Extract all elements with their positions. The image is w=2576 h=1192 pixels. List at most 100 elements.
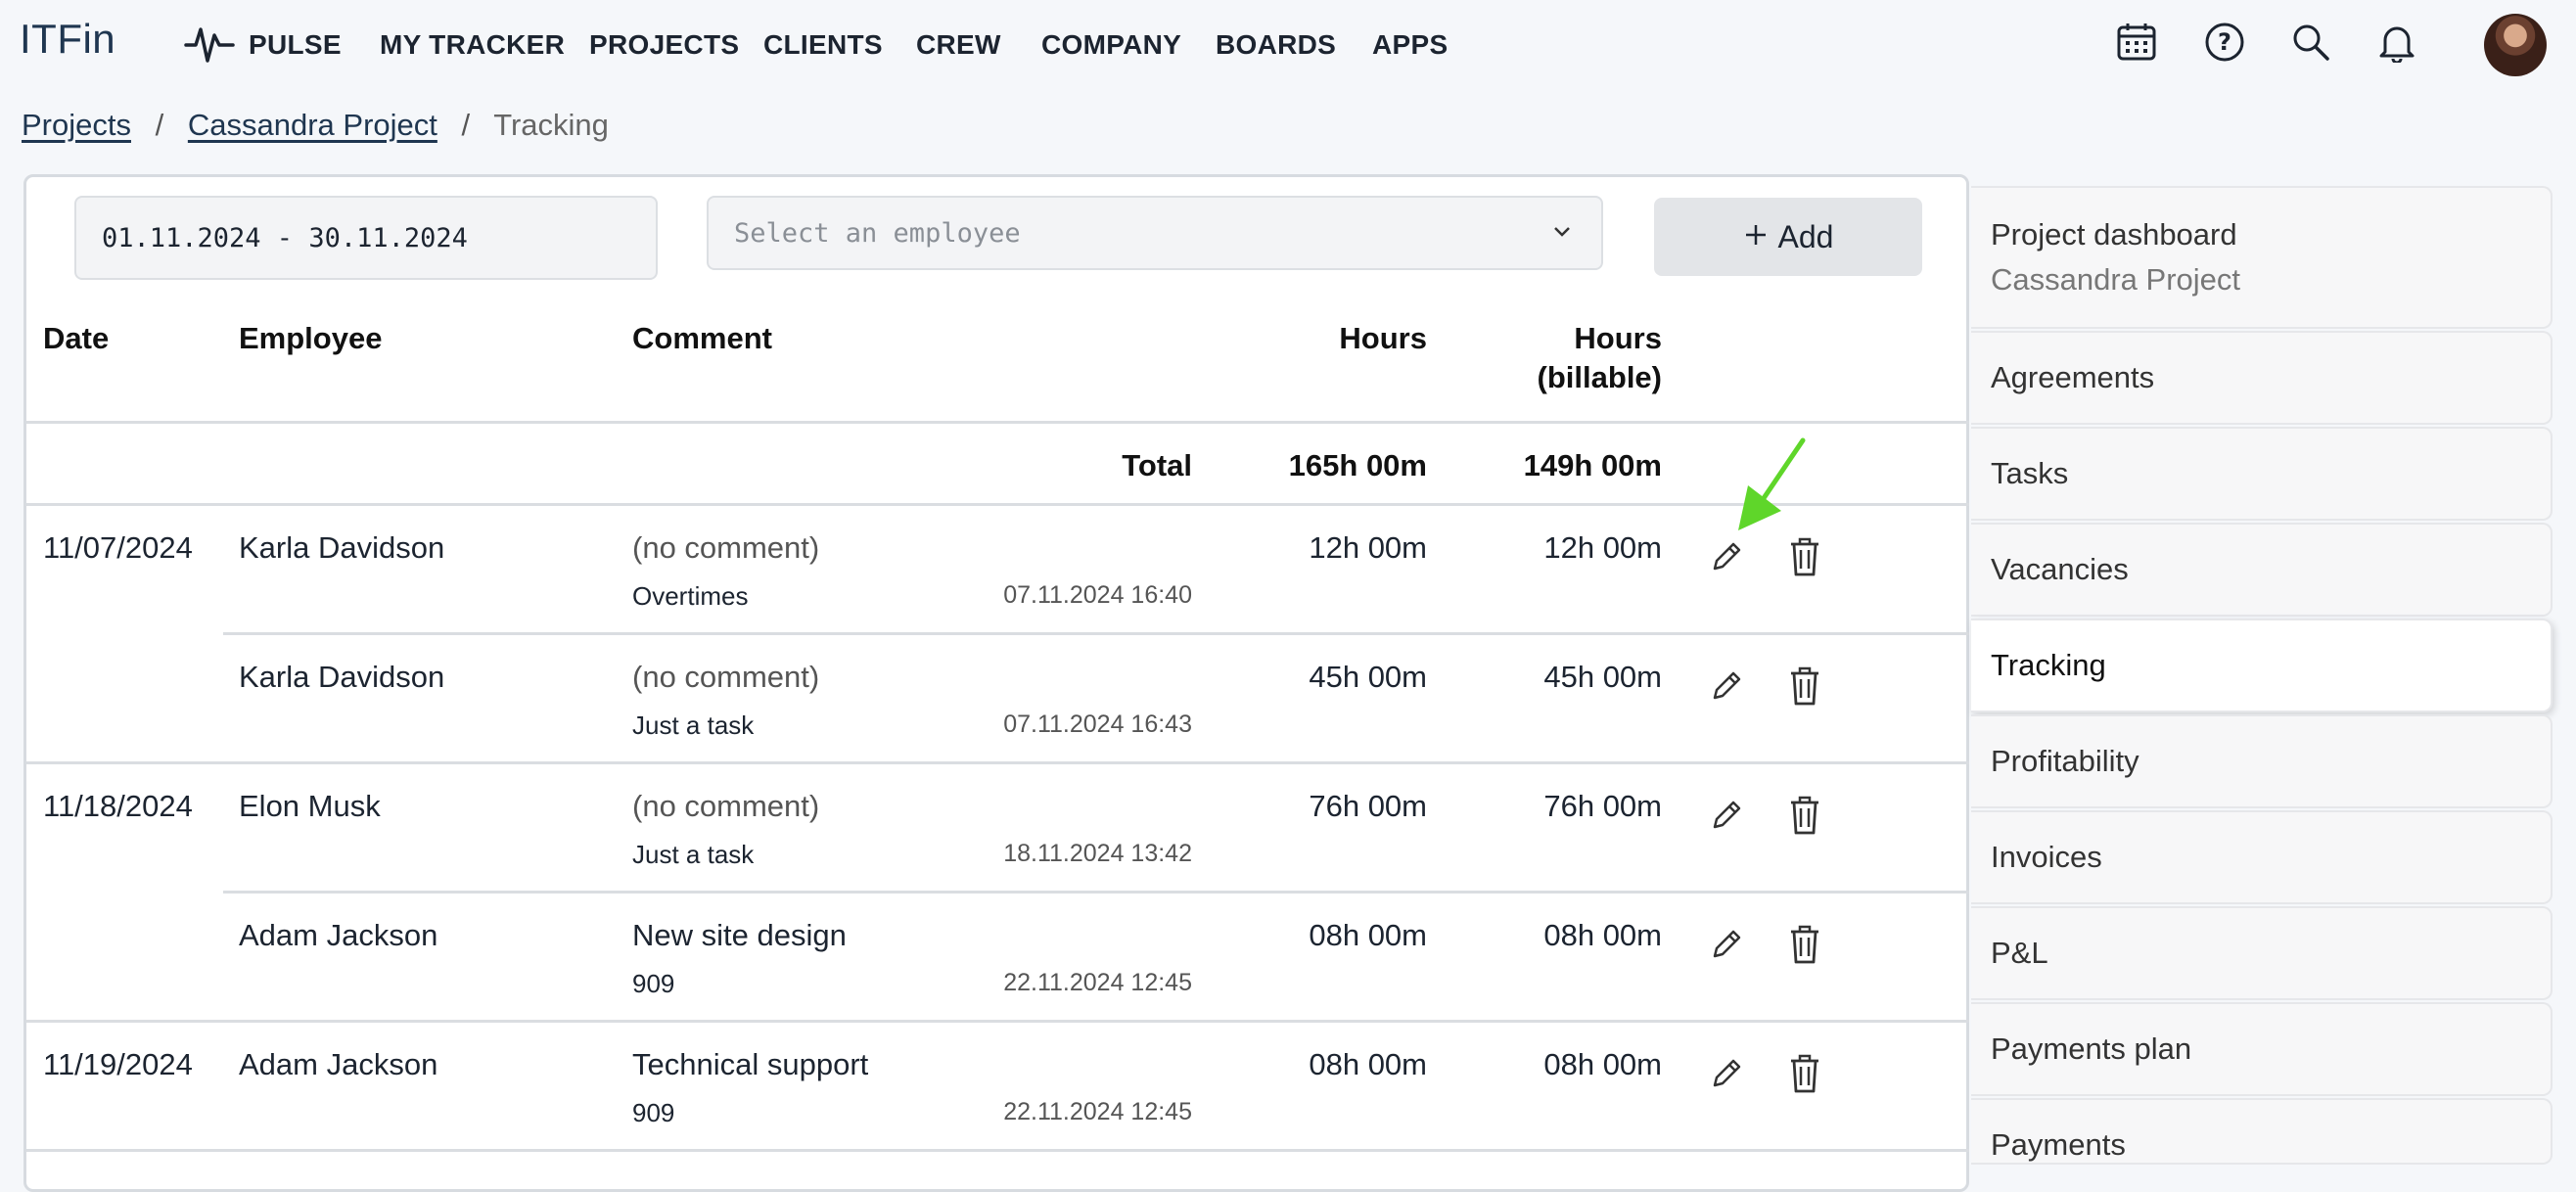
divider (223, 632, 1969, 635)
divider (26, 1149, 1969, 1152)
sidebar-item-label: Payments plan (1991, 1032, 2192, 1066)
row-timestamp: 18.11.2024 13:42 (1003, 840, 1192, 867)
sidebar-item-label: Tracking (1991, 648, 2106, 682)
employee-select[interactable]: Select an employee (707, 196, 1603, 270)
date-range-input[interactable]: 01.11.2024 - 30.11.2024 (74, 196, 658, 280)
breadcrumb-separator: / (155, 108, 164, 142)
help-icon[interactable]: ? (2200, 18, 2249, 67)
divider (26, 761, 1969, 764)
row-timestamp: 22.11.2024 12:45 (1003, 969, 1192, 996)
sidebar-item-vacancies[interactable]: Vacancies (1971, 523, 2553, 617)
row-hours-billable: 08h 00m (1543, 918, 1662, 952)
sidebar-item-label: Tasks (1991, 456, 2069, 490)
trash-icon[interactable] (1783, 793, 1826, 838)
breadcrumb-separator: / (461, 108, 471, 142)
nav-my-tracker[interactable]: MY TRACKER (380, 29, 565, 61)
divider (26, 503, 1969, 506)
sidebar-item-agreements[interactable]: Agreements (1971, 331, 2553, 425)
nav-projects[interactable]: PROJECTS (589, 29, 739, 61)
plus-icon (1743, 219, 1769, 255)
row-task: Just a task (632, 711, 755, 740)
nav-clients[interactable]: CLIENTS (763, 29, 883, 61)
chevron-down-icon (1550, 219, 1574, 250)
pulse-icon[interactable] (184, 22, 235, 69)
search-icon[interactable] (2286, 18, 2335, 67)
sidebar-item-profitability[interactable]: Profitability (1971, 714, 2553, 808)
row-task: 909 (632, 1098, 675, 1127)
nav-pulse[interactable]: PULSE (249, 29, 342, 61)
calendar-icon[interactable] (2112, 18, 2161, 67)
breadcrumb-project[interactable]: Cassandra Project (188, 108, 437, 142)
row-employee[interactable]: Adam Jackson (239, 1047, 437, 1082)
divider (26, 1020, 1969, 1023)
row-hours: 45h 00m (1309, 660, 1427, 694)
sidebar-item-label: Invoices (1991, 840, 2102, 874)
sidebar-item-label: Agreements (1991, 360, 2155, 394)
edit-icon[interactable] (1705, 664, 1748, 709)
header-comment: Comment (632, 321, 772, 355)
row-hours-billable: 08h 00m (1543, 1047, 1662, 1081)
row-task: 909 (632, 969, 675, 998)
sidebar-item-payments[interactable]: Payments (1971, 1098, 2553, 1165)
row-employee[interactable]: Karla Davidson (239, 660, 444, 695)
row-hours: 12h 00m (1309, 530, 1427, 565)
row-date: 11/07/2024 (43, 530, 193, 565)
edit-icon[interactable] (1705, 793, 1748, 838)
row-hours: 76h 00m (1309, 789, 1427, 823)
divider (26, 421, 1969, 424)
header-employee: Employee (239, 321, 383, 355)
row-timestamp: 07.11.2024 16:40 (1003, 581, 1192, 609)
row-comment: (no comment) (632, 530, 820, 565)
sidebar-item-tasks[interactable]: Tasks (1971, 427, 2553, 521)
header-hours: Hours (1339, 321, 1427, 355)
row-hours-billable: 76h 00m (1543, 789, 1662, 823)
row-employee[interactable]: Karla Davidson (239, 530, 444, 566)
total-hours-billable: 149h 00m (1523, 448, 1662, 482)
row-date: 11/19/2024 (43, 1047, 193, 1081)
header-date: Date (43, 321, 110, 355)
breadcrumb-projects[interactable]: Projects (22, 108, 131, 142)
sidebar-item-tracking[interactable]: Tracking (1971, 619, 2553, 712)
nav-apps[interactable]: APPS (1372, 29, 1448, 61)
row-hours-billable: 45h 00m (1543, 660, 1662, 694)
sidebar-item-label: Profitability (1991, 744, 2139, 778)
add-button[interactable]: Add (1654, 198, 1922, 276)
sidebar-item-label: Vacancies (1991, 552, 2129, 586)
row-comment: (no comment) (632, 789, 820, 823)
row-employee[interactable]: Elon Musk (239, 789, 381, 824)
row-hours: 08h 00m (1309, 918, 1427, 952)
row-date: 11/18/2024 (43, 789, 193, 823)
app-logo[interactable]: ITFin (20, 16, 115, 63)
row-comment: Technical support (632, 1047, 869, 1081)
sidebar-item-pl[interactable]: P&L (1971, 906, 2553, 1000)
date-range-value: 01.11.2024 - 30.11.2024 (102, 222, 468, 253)
header-hours-billable: Hours (billable) (1447, 319, 1662, 397)
header-hours-billable-line2: (billable) (1537, 360, 1662, 394)
sidebar-item-label: P&L (1991, 936, 2048, 970)
sidebar-item-payments-plan[interactable]: Payments plan (1971, 1002, 2553, 1096)
row-employee[interactable]: Adam Jackson (239, 918, 437, 953)
avatar[interactable] (2484, 14, 2547, 76)
row-timestamp: 07.11.2024 16:43 (1003, 711, 1192, 738)
row-hours-billable: 12h 00m (1543, 530, 1662, 565)
bell-icon[interactable] (2372, 18, 2421, 67)
sidebar-dashboard-subtitle: Cassandra Project (1991, 262, 2241, 297)
edit-icon[interactable] (1705, 1051, 1748, 1096)
sidebar-item-project-dashboard[interactable]: Project dashboard Cassandra Project (1971, 186, 2553, 329)
row-task: Just a task (632, 840, 755, 869)
employee-select-placeholder: Select an employee (734, 217, 1021, 249)
trash-icon[interactable] (1783, 664, 1826, 709)
add-button-label: Add (1777, 218, 1834, 254)
sidebar-item-label: Payments (1991, 1127, 2126, 1162)
trash-icon[interactable] (1783, 922, 1826, 967)
sidebar-item-invoices[interactable]: Invoices (1971, 810, 2553, 904)
header-hours-billable-line1: Hours (1574, 321, 1662, 355)
nav-boards[interactable]: BOARDS (1216, 29, 1336, 61)
nav-crew[interactable]: CREW (916, 29, 1001, 61)
row-task: Overtimes (632, 581, 749, 611)
nav-company[interactable]: COMPANY (1041, 29, 1181, 61)
svg-text:?: ? (2218, 28, 2231, 56)
edit-icon[interactable] (1705, 922, 1748, 967)
total-label: Total (1122, 448, 1192, 482)
trash-icon[interactable] (1783, 1051, 1826, 1096)
